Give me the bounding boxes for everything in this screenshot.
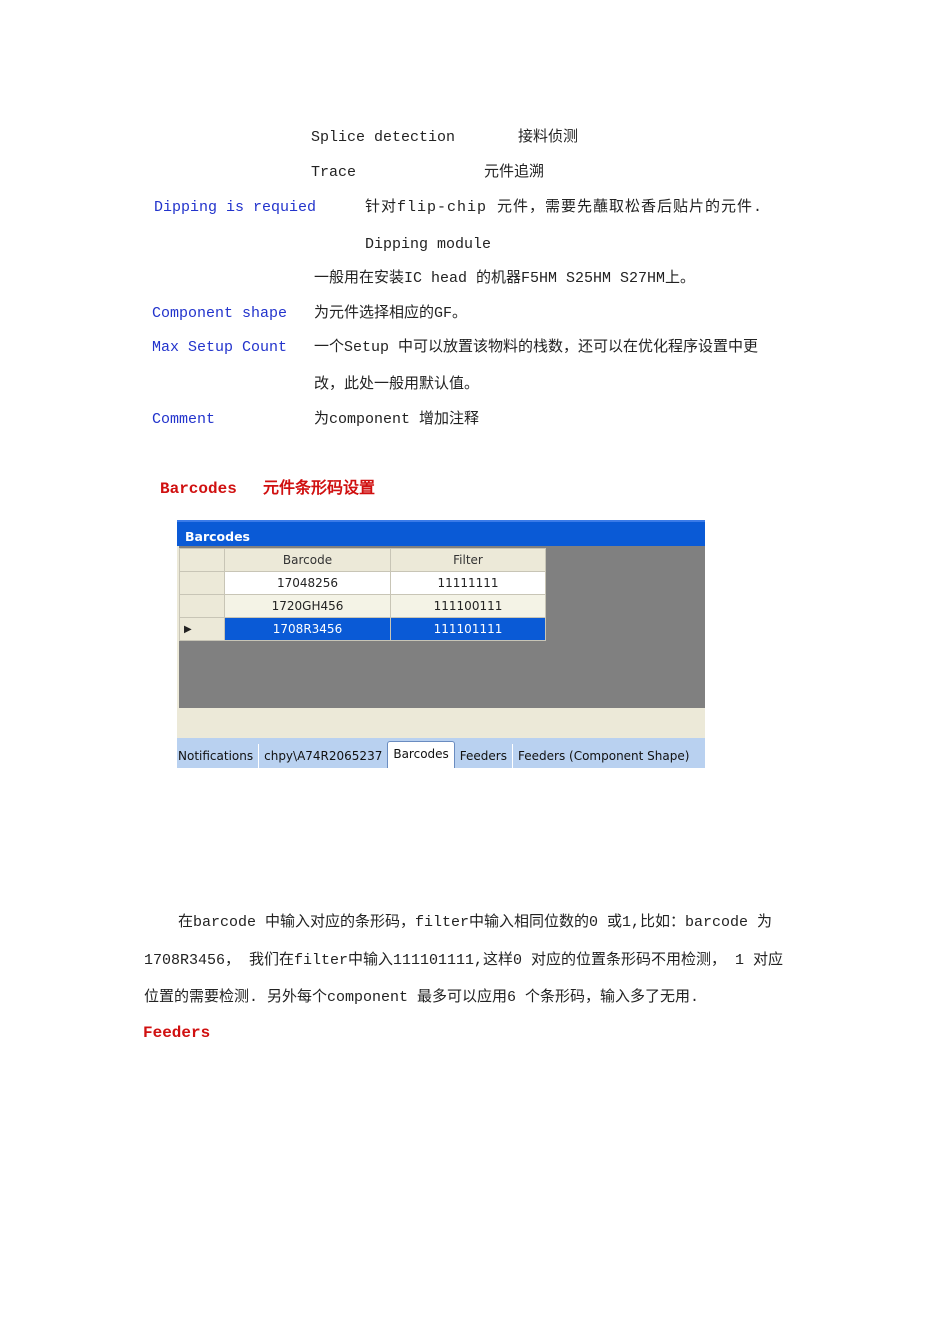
desc-max-setup-1: 一个Setup 中可以放置该物料的栈数，还可以在优化程序设置中更: [314, 339, 759, 356]
desc-dipping: 针对flip-chip 元件，需要先蘸取松香后贴片的元件.: [365, 199, 764, 216]
desc-max-setup-2: 改，此处一般用默认值。: [314, 376, 480, 393]
term-dipping: Dipping is requied: [154, 199, 317, 216]
term-comment: Comment: [152, 411, 216, 428]
row-header[interactable]: [179, 594, 225, 618]
feeders-heading: Feeders: [143, 1024, 211, 1042]
tab-chpy[interactable]: chpy\A74R2065237: [258, 744, 387, 768]
document-page: Splice detection 接料侦测 Trace 元件追溯 Dipping…: [0, 0, 950, 1344]
filter-cell[interactable]: 111100111: [390, 594, 546, 618]
barcode-cell[interactable]: 17048256: [224, 571, 391, 595]
tab-feeders[interactable]: Feeders: [455, 744, 512, 768]
barcodes-window: Barcodes Barcode Filter 17048256 1111111…: [177, 520, 705, 768]
table-row[interactable]: 17048256 11111111: [179, 571, 546, 595]
status-area: [177, 708, 705, 738]
paragraph-line-2: 1708R3456， 我们在filter中输入111101111,这样0 对应的…: [144, 952, 784, 969]
paragraph-line-3: 位置的需要检测. 另外每个component 最多可以应用6 个条形码，输入多了…: [144, 989, 700, 1006]
tab-feeders-component-shape[interactable]: Feeders (Component Shape): [512, 744, 694, 768]
filter-cell[interactable]: 11111111: [390, 571, 546, 595]
barcodes-heading-en: Barcodes: [160, 480, 237, 498]
term-max-setup: Max Setup Count: [152, 339, 288, 356]
column-header-barcode[interactable]: Barcode: [224, 548, 391, 572]
desc-shape: 为元件选择相应的GF。: [314, 305, 468, 322]
term-trace: Trace: [311, 164, 357, 181]
filter-cell[interactable]: 111101111: [390, 617, 546, 641]
barcode-cell[interactable]: 1708R3456: [224, 617, 391, 641]
table-row[interactable]: 1720GH456 111100111: [179, 594, 546, 618]
tab-bar: Notifications chpy\A74R2065237 Barcodes …: [177, 738, 705, 768]
tab-barcodes[interactable]: Barcodes: [387, 741, 455, 768]
term-splice: Splice detection: [311, 129, 456, 146]
desc-comment: 为component 增加注释: [314, 411, 480, 428]
table-row-selected[interactable]: ▶ 1708R3456 111101111: [179, 617, 546, 641]
corner-header: [179, 548, 225, 572]
desc-splice: 接料侦测: [518, 129, 579, 146]
dipping-usage: 一般用在安装IC head 的机器F5HM S25HM S27HM上。: [314, 270, 696, 287]
grid-header: Barcode Filter: [179, 548, 546, 572]
paragraph-line-1: 在barcode 中输入对应的条形码，filter中输入相同位数的0 或1,比如…: [178, 914, 773, 931]
term-shape: Component shape: [152, 305, 288, 322]
tab-notifications[interactable]: Notifications: [177, 744, 258, 768]
desc-trace: 元件追溯: [484, 164, 545, 181]
barcode-cell[interactable]: 1720GH456: [224, 594, 391, 618]
column-header-filter[interactable]: Filter: [390, 548, 546, 572]
row-header[interactable]: [179, 571, 225, 595]
row-indicator-icon[interactable]: ▶: [179, 617, 225, 641]
barcode-grid: Barcode Filter 17048256 11111111 1720GH4…: [179, 546, 705, 708]
barcodes-heading-zh: 元件条形码设置: [263, 480, 376, 498]
window-title: Barcodes: [177, 520, 705, 546]
dipping-module: Dipping module: [365, 236, 492, 253]
